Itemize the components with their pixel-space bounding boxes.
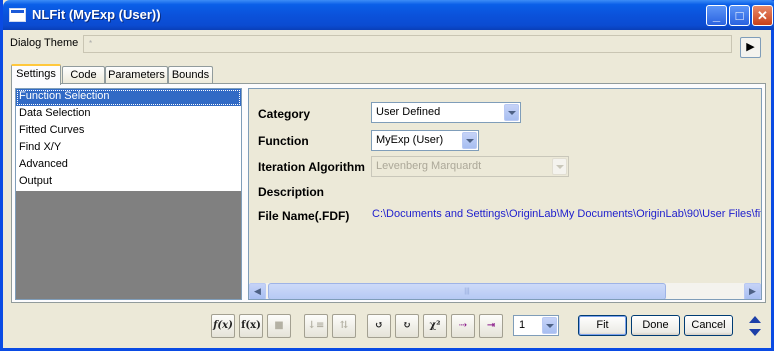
save-icon: ■ [267,314,291,338]
chevron-down-icon [552,158,567,175]
minimize-button[interactable]: _ [706,5,727,26]
dialog-theme-field[interactable]: * [83,35,732,53]
iteration-algorithm-label: Iteration Algorithm [258,160,365,174]
minimize-icon: _ [712,8,721,23]
tab-parameters[interactable]: Parameters [105,66,168,84]
nav-item-output[interactable]: Output [16,174,241,191]
chi-square-icon[interactable]: χ² [423,314,447,338]
nav-item-data-selection[interactable]: Data Selection [16,106,241,123]
done-button[interactable]: Done [631,315,680,336]
fx-new-icon[interactable]: f(x) [239,314,263,338]
fit-until-converged-icon[interactable]: ⇥ [479,314,503,338]
function-value: MyExp (User) [376,134,444,146]
description-label: Description [258,185,325,199]
dialog-theme-label: Dialog Theme [10,37,79,49]
maximize-button[interactable]: □ [729,5,750,26]
filename-value: C:\Documents and Settings\OriginLab\My D… [372,208,762,220]
fit-button[interactable]: Fit [578,315,627,336]
theme-menu-button[interactable]: ▶ [740,37,761,58]
sort-grid-icon: ⇅ [332,314,356,338]
cancel-button[interactable]: Cancel [684,315,733,336]
sort-down-icon: ↓≡ [304,314,328,338]
maximize-icon: □ [735,8,744,23]
scroll-right-button[interactable]: ▶ [744,283,761,299]
nav-item-advanced[interactable]: Advanced [16,157,241,174]
title-bar[interactable]: NLFit (MyExp (User)) _ □ ✕ [3,0,774,30]
tab-bounds[interactable]: Bounds [168,66,213,84]
iteration-algorithm-value: Levenberg Marquardt [376,160,482,172]
chevron-down-icon [462,132,477,149]
category-select[interactable]: User Defined [371,102,521,123]
iterations-select[interactable]: 1 [513,315,559,336]
triangle-down-icon[interactable] [744,326,766,339]
iteration-algorithm-select: Levenberg Marquardt [371,156,569,177]
function-select[interactable]: MyExp (User) [371,130,479,151]
chevron-down-icon [542,317,557,334]
fx-edit-icon[interactable]: f(x) [211,314,235,338]
category-value: User Defined [376,106,441,118]
category-label: Category [258,107,311,121]
window-title: NLFit (MyExp (User)) [32,7,161,22]
window-icon [9,8,26,22]
tab-code[interactable]: Code [62,66,105,84]
scroll-left-button[interactable]: ◀ [249,283,266,299]
triangle-up-icon[interactable] [744,313,766,326]
scroll-thumb[interactable]: ||| [268,283,666,299]
tab-settings[interactable]: Settings [11,64,61,85]
close-icon: ✕ [757,8,768,23]
function-label: Function [258,134,309,148]
nav-item-find-xy[interactable]: Find X/Y [16,140,241,157]
nav-item-fitted-curves[interactable]: Fitted Curves [16,123,241,140]
settings-tree: Function Selection Data Selection Fitted… [15,88,242,300]
one-iteration-icon[interactable]: ⇢ [451,314,475,338]
chevron-down-icon [504,104,519,121]
init-icon[interactable]: ↺ [367,314,391,338]
filename-label: File Name(.FDF) [258,209,350,223]
function-selection-panel: Category User Defined Function MyExp (Us… [248,88,762,300]
sort-reset-icon[interactable]: ↻ [395,314,419,338]
horizontal-scrollbar[interactable]: ◀ ||| ▶ [249,282,761,299]
close-button[interactable]: ✕ [752,5,773,26]
expand-collapse-control[interactable] [744,313,766,341]
arrow-right-icon: ▶ [746,41,755,53]
iterations-value: 1 [519,319,526,331]
nav-item-function-selection[interactable]: Function Selection [16,89,241,106]
